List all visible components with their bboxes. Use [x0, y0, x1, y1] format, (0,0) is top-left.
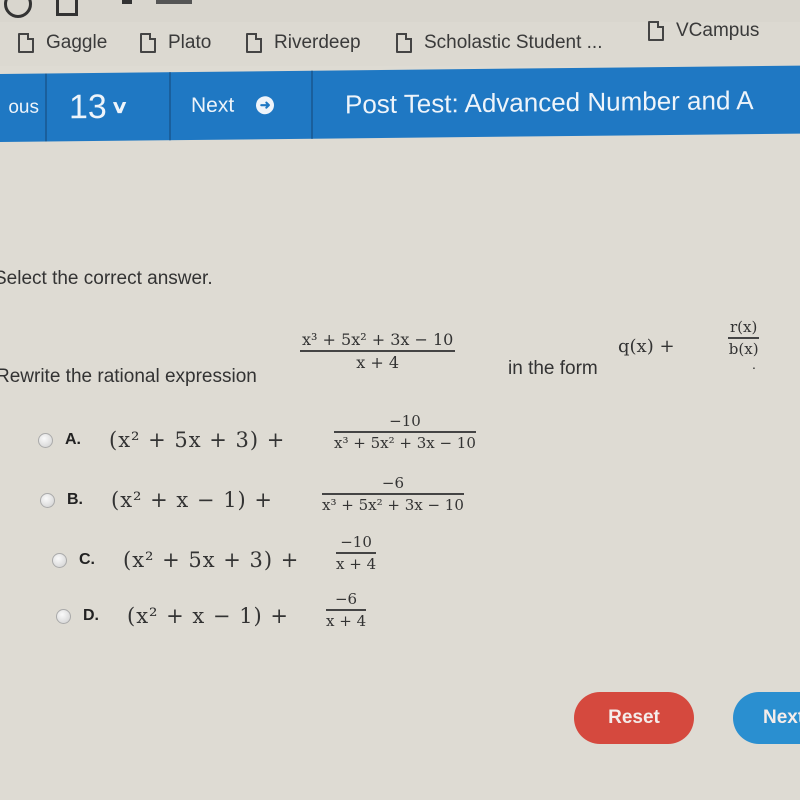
option-numerator: −6 [322, 474, 464, 495]
option-numerator: −6 [326, 590, 367, 611]
form-numerator: r(x) [728, 318, 760, 339]
option-quotient: (x² + x − 1) + [127, 604, 290, 628]
option-a[interactable]: A. (x² + 5x + 3) + [38, 428, 285, 452]
page-icon [396, 33, 412, 53]
form-fraction: r(x) b(x) [728, 318, 760, 358]
browser-toolbar-partial [0, 0, 800, 22]
bookmark-label: Plato [168, 32, 212, 53]
option-quotient: (x² + x − 1) + [111, 488, 274, 512]
option-letter: C. [79, 551, 95, 568]
option-b-fraction: −6 x³ + 5x² + 3x − 10 [322, 474, 464, 514]
option-denominator: x³ + 5x² + 3x − 10 [334, 434, 476, 452]
radio-button[interactable] [56, 608, 71, 624]
bookmark-vcampus[interactable]: VCampus [648, 20, 759, 42]
option-a-fraction: −10 x³ + 5x² + 3x − 10 [334, 412, 476, 452]
bookmark-label: Riverdeep [274, 32, 361, 53]
option-numerator: −10 [334, 412, 476, 433]
next-nav-button[interactable]: Next ➜ [171, 70, 313, 141]
page-icon [18, 33, 34, 53]
option-letter: D. [83, 607, 99, 624]
reload-icon[interactable] [4, 0, 32, 18]
form-period: . [752, 356, 756, 372]
question-number: 13 [69, 87, 107, 126]
given-denominator: x + 4 [356, 353, 400, 372]
bookmark-label: VCampus [676, 20, 760, 41]
option-d[interactable]: D. (x² + x − 1) + [56, 604, 289, 628]
page-icon [246, 33, 262, 53]
bookmark-label: Scholastic Student ... [424, 32, 603, 53]
bookmarks-bar: Gaggle Plato Riverdeep Scholastic Studen… [0, 20, 800, 66]
reset-button[interactable]: Reset [574, 692, 694, 744]
chevron-down-icon: ∨ [110, 96, 129, 117]
option-letter: A. [65, 431, 81, 448]
bookmark-riverdeep[interactable]: Riverdeep [246, 32, 361, 54]
given-numerator: x³ + 5x² + 3x − 10 [300, 330, 456, 352]
given-expression: x³ + 5x² + 3x − 10 x + 4 [300, 330, 456, 372]
bookmark-scholastic[interactable]: Scholastic Student ... [396, 32, 603, 54]
form-quotient: q(x) + [618, 336, 675, 357]
test-title-text: Post Test: Advanced Number and A [345, 84, 754, 119]
radio-button[interactable] [40, 492, 55, 508]
next-nav-label: Next [191, 93, 235, 117]
option-c[interactable]: C. (x² + 5x + 3) + [52, 548, 299, 572]
bookmark-gaggle[interactable]: Gaggle [18, 32, 107, 54]
next-button[interactable]: Next [733, 692, 800, 744]
option-denominator: x³ + 5x² + 3x − 10 [322, 496, 464, 514]
previous-button[interactable]: ous [0, 73, 47, 142]
test-title: Post Test: Advanced Number and A [313, 66, 800, 139]
instruction-text: Select the correct answer. [0, 268, 213, 289]
tab-label-partial [156, 0, 192, 4]
arrow-right-circle-icon: ➜ [256, 96, 275, 115]
tab-icon [122, 0, 132, 4]
option-quotient: (x² + 5x + 3) + [123, 548, 300, 572]
previous-label: ous [8, 96, 39, 118]
option-denominator: x + 4 [336, 555, 377, 573]
question-area: Select the correct answer. Rewrite the r… [0, 150, 800, 800]
question-selector[interactable]: 13 ∨ [47, 72, 171, 142]
option-b[interactable]: B. (x² + x − 1) + [40, 488, 273, 512]
radio-button[interactable] [52, 552, 67, 568]
page-icon [56, 0, 78, 16]
bookmark-plato[interactable]: Plato [140, 32, 211, 54]
bookmark-label: Gaggle [46, 32, 108, 53]
page-icon [140, 33, 156, 53]
page-icon [648, 21, 664, 41]
option-letter: B. [67, 491, 83, 508]
option-numerator: −10 [336, 533, 377, 554]
option-d-fraction: −6 x + 4 [326, 590, 367, 630]
test-navbar: ous 13 ∨ Next ➜ Post Test: Advanced Numb… [0, 65, 800, 142]
option-quotient: (x² + 5x + 3) + [109, 428, 286, 452]
option-denominator: x + 4 [326, 612, 367, 630]
question-prompt-prefix: Rewrite the rational expression [0, 366, 257, 387]
radio-button[interactable] [38, 432, 53, 448]
option-c-fraction: −10 x + 4 [336, 533, 377, 573]
prompt-middle: in the form [508, 358, 598, 379]
